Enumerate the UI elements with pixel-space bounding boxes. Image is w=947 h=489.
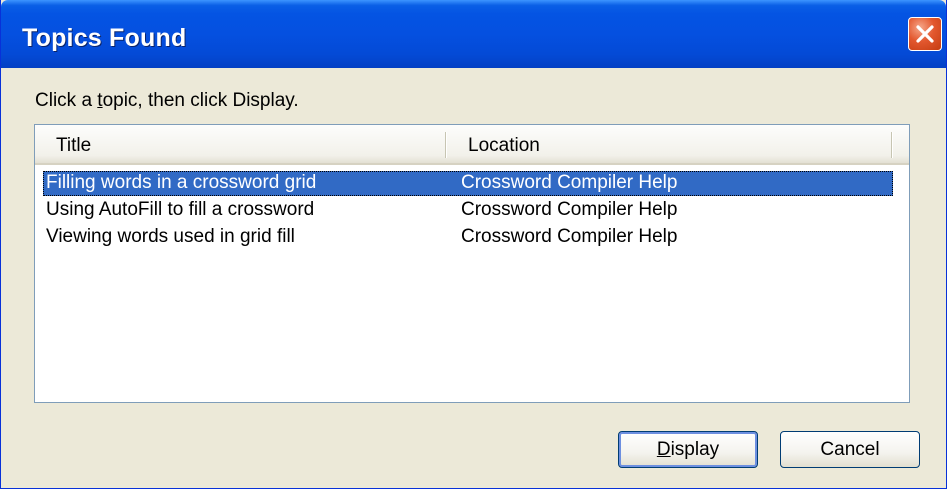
topic-title: Using AutoFill to fill a crossword — [46, 199, 315, 220]
title-bar[interactable]: Topics Found — [1, 0, 946, 68]
cancel-button[interactable]: Cancel — [780, 431, 920, 468]
list-item[interactable]: Using AutoFill to fill a crossword Cross… — [43, 198, 893, 223]
display-button[interactable]: Display — [618, 431, 758, 468]
topic-title: Filling words in a crossword grid — [46, 172, 317, 193]
column-divider[interactable] — [891, 132, 892, 158]
instruction-text: Click a topic, then click Display. — [35, 90, 299, 111]
window-title: Topics Found — [22, 24, 187, 52]
column-divider[interactable] — [445, 132, 446, 158]
topics-found-dialog: Topics Found Click a topic, then click D… — [0, 0, 947, 489]
topic-title: Viewing words used in grid fill — [46, 226, 295, 247]
topic-location: Crossword Compiler Help — [461, 199, 678, 220]
column-header-location[interactable]: Location — [468, 135, 540, 157]
column-header-title[interactable]: Title — [56, 135, 91, 157]
list-item[interactable]: Filling words in a crossword grid Crossw… — [43, 171, 893, 196]
list-item[interactable]: Viewing words used in grid fill Crosswor… — [43, 225, 893, 250]
close-icon — [916, 25, 934, 43]
topic-location: Crossword Compiler Help — [461, 172, 678, 193]
close-button[interactable] — [908, 17, 942, 51]
topics-list[interactable]: Title Location Filling words in a crossw… — [34, 124, 910, 403]
list-header: Title Location — [35, 125, 909, 165]
topic-location: Crossword Compiler Help — [461, 226, 678, 247]
